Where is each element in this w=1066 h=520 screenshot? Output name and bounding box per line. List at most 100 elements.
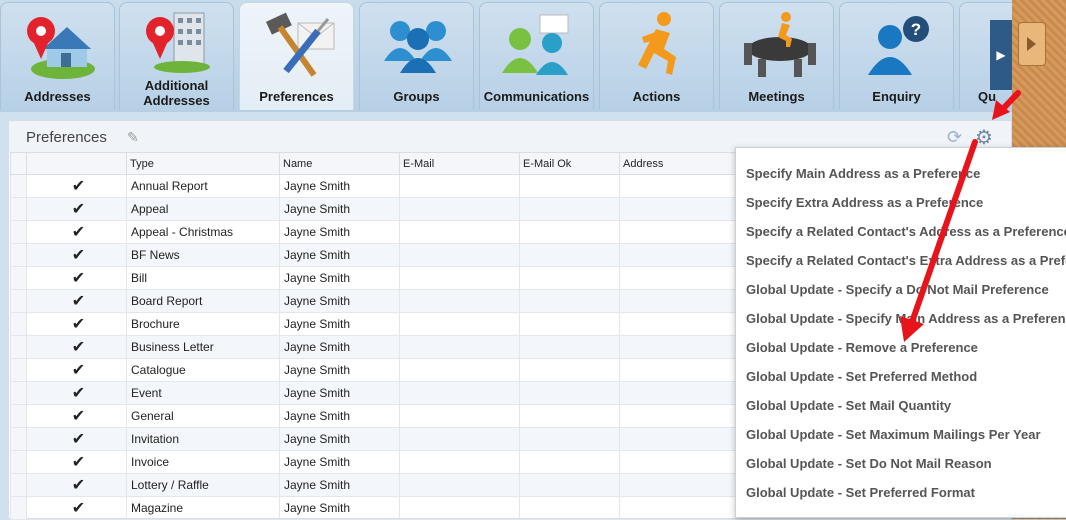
cell-name: Jayne Smith: [279, 243, 400, 267]
cell-type: Business Letter: [126, 335, 280, 359]
checkmark-icon: ✔: [26, 174, 127, 198]
row-selector[interactable]: [10, 358, 27, 382]
tab-preferences[interactable]: Preferences: [239, 2, 354, 110]
row-selector[interactable]: [10, 381, 27, 405]
menu-item-global-do-not-mail-reason[interactable]: Global Update - Set Do Not Mail Reason: [736, 449, 1066, 478]
tab-communications[interactable]: Communications: [479, 2, 594, 110]
menu-item-specify-related-contact-address[interactable]: Specify a Related Contact's Address as a…: [736, 217, 1066, 246]
tab-meetings[interactable]: Meetings: [719, 2, 834, 110]
cell-email: [399, 174, 520, 198]
cell-type: Board Report: [126, 289, 280, 313]
cell-email: [399, 358, 520, 382]
cell-email: [399, 197, 520, 221]
side-panel-toggle-button[interactable]: [1018, 22, 1046, 66]
cell-email-ok: [519, 266, 620, 290]
tab-addresses[interactable]: Addresses: [0, 2, 115, 110]
cell-name: Jayne Smith: [279, 312, 400, 336]
checkmark-icon: ✔: [26, 312, 127, 336]
checkmark-icon: ✔: [26, 450, 127, 474]
tab-additional-addresses[interactable]: Additional Addresses: [119, 2, 234, 110]
cell-email-ok: [519, 243, 620, 267]
cell-email: [399, 473, 520, 497]
svg-text:?: ?: [911, 20, 921, 39]
menu-item-global-mail-quantity[interactable]: Global Update - Set Mail Quantity: [736, 391, 1066, 420]
row-selector[interactable]: [10, 335, 27, 359]
cell-email: [399, 335, 520, 359]
cell-type: Catalogue: [126, 358, 280, 382]
checkmark-icon: ✔: [26, 427, 127, 451]
cell-type: Brochure: [126, 312, 280, 336]
row-selector[interactable]: [10, 450, 27, 474]
cell-type: Appeal: [126, 197, 280, 221]
cell-email: [399, 404, 520, 428]
cell-name: Jayne Smith: [279, 381, 400, 405]
row-selector[interactable]: [10, 266, 27, 290]
check-column-header: [26, 152, 127, 175]
cell-name: Jayne Smith: [279, 427, 400, 451]
menu-item-global-max-mailings[interactable]: Global Update - Set Maximum Mailings Per…: [736, 420, 1066, 449]
row-selector[interactable]: [10, 174, 27, 198]
cell-name: Jayne Smith: [279, 450, 400, 474]
building-pin-icon: [146, 12, 210, 73]
column-header-email[interactable]: E-Mail: [399, 152, 520, 175]
row-selector[interactable]: [10, 243, 27, 267]
cell-email-ok: [519, 450, 620, 474]
refresh-icon[interactable]: ⟳: [947, 127, 962, 148]
cell-type: Bill: [126, 266, 280, 290]
cell-email: [399, 381, 520, 405]
menu-item-global-preferred-method[interactable]: Global Update - Set Preferred Method: [736, 362, 1066, 391]
cell-email-ok: [519, 312, 620, 336]
menu-item-specify-related-contact-extra-address[interactable]: Specify a Related Contact's Extra Addres…: [736, 246, 1066, 275]
tab-label: Qu: [978, 89, 997, 104]
tab-label: Communications: [483, 89, 590, 104]
cell-name: Jayne Smith: [279, 266, 400, 290]
menu-item-global-preferred-format[interactable]: Global Update - Set Preferred Format: [736, 478, 1066, 507]
checkmark-icon: ✔: [26, 266, 127, 290]
row-selector[interactable]: [10, 197, 27, 221]
row-selector[interactable]: [10, 220, 27, 244]
checkmark-icon: ✔: [26, 473, 127, 497]
cell-email-ok: [519, 174, 620, 198]
tab-label: Addresses: [24, 89, 91, 104]
checkmark-icon: ✔: [26, 243, 127, 267]
tab-actions[interactable]: Actions: [599, 2, 714, 110]
tab-label: Meetings: [748, 89, 805, 104]
communications-people-icon: [502, 14, 569, 75]
cell-type: BF News: [126, 243, 280, 267]
row-selector-header: [10, 152, 27, 175]
row-selector[interactable]: [10, 473, 27, 497]
menu-item-global-remove-preference[interactable]: Global Update - Remove a Preference: [736, 333, 1066, 362]
cell-email-ok: [519, 473, 620, 497]
row-selector[interactable]: [10, 404, 27, 428]
row-selector[interactable]: [10, 496, 27, 520]
row-selector[interactable]: [10, 289, 27, 313]
cell-email: [399, 427, 520, 451]
menu-item-global-do-not-mail[interactable]: Global Update - Specify a Do Not Mail Pr…: [736, 275, 1066, 304]
cell-type: Lottery / Raffle: [126, 473, 280, 497]
cell-email-ok: [519, 427, 620, 451]
cell-email-ok: [519, 404, 620, 428]
tab-scroll-right-button[interactable]: ▶: [990, 20, 1012, 90]
cell-name: Jayne Smith: [279, 496, 400, 520]
cell-name: Jayne Smith: [279, 289, 400, 313]
column-header-email-ok[interactable]: E-Mail Ok: [519, 152, 620, 175]
cell-email-ok: [519, 289, 620, 313]
checkmark-icon: ✔: [26, 358, 127, 382]
cell-type: Event: [126, 381, 280, 405]
tab-enquiry[interactable]: ? Enquiry: [839, 2, 954, 110]
menu-item-global-main-address[interactable]: Global Update - Specify Main Address as …: [736, 304, 1066, 333]
pencil-icon[interactable]: ✎: [127, 129, 139, 146]
cell-email: [399, 243, 520, 267]
row-selector[interactable]: [10, 312, 27, 336]
checkmark-icon: ✔: [26, 197, 127, 221]
tab-groups[interactable]: Groups: [359, 2, 474, 110]
column-header-name[interactable]: Name: [279, 152, 400, 175]
menu-item-specify-main-address[interactable]: Specify Main Address as a Preference: [736, 159, 1066, 188]
cell-name: Jayne Smith: [279, 174, 400, 198]
menu-item-specify-extra-address[interactable]: Specify Extra Address as a Preference: [736, 188, 1066, 217]
running-person-icon: [638, 12, 676, 75]
meeting-table-icon: [744, 12, 816, 77]
column-header-type[interactable]: Type: [126, 152, 280, 175]
cell-email-ok: [519, 358, 620, 382]
row-selector[interactable]: [10, 427, 27, 451]
